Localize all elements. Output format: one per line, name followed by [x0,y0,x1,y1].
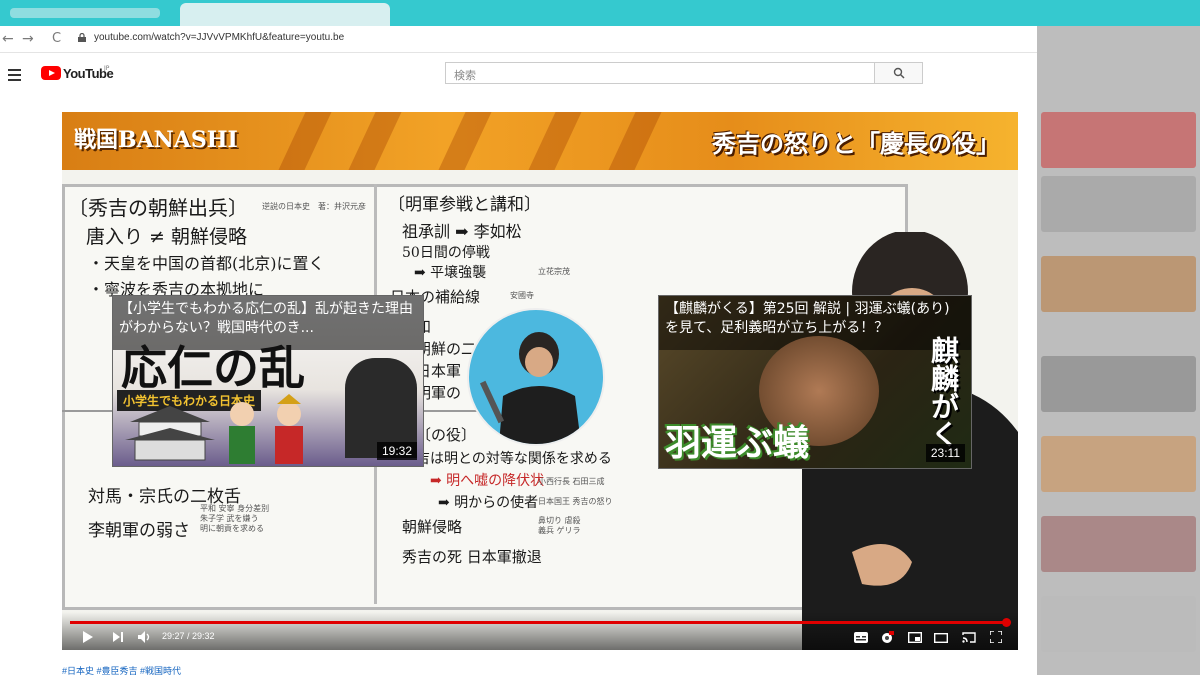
board-note: 日本国王 秀吉の怒り [538,497,613,506]
channel-subscribe-circle[interactable] [467,308,605,446]
theater-mode-icon[interactable] [934,633,948,643]
browser-tab-strip [0,0,1200,26]
search-button[interactable] [875,62,923,84]
board-line: ➡ 明からの使者 [438,495,539,511]
banner-title: 秀吉の怒りと「慶長の役」 [712,130,1000,158]
address-bar: ← → C youtube.com/watch?v=JJVvVPMKhfU&fe… [0,26,1037,53]
board-note: 小西行長 石田三成 [538,477,605,486]
recommendation-thumb[interactable] [1041,436,1196,492]
card-side-text: 麒麟がく [927,336,960,448]
fullscreen-icon[interactable] [990,631,1002,643]
channel-avatar-figure [479,332,581,444]
board-line: 50日間の停戦 [402,245,490,261]
board-line: ・天皇を中国の首都(北京)に置く [88,254,325,273]
cast-icon[interactable] [962,632,976,643]
captions-icon[interactable] [854,632,868,643]
video-banner: 戦国BANASHI 秀吉の怒りと「慶長の役」 [62,112,1018,170]
recommendation-thumb[interactable] [1041,176,1196,232]
board-note: 鼻切り 虐殺 義兵 ゲリラ [538,516,581,535]
card-big-text: 応仁の乱 [121,341,305,395]
volume-icon[interactable] [138,631,152,643]
menu-icon[interactable] [8,69,21,84]
board-heading-left: 〔秀吉の朝鮮出兵〕 [68,196,248,220]
back-icon[interactable]: ← [2,30,14,48]
samurai-illustration-icon [229,394,303,464]
card-big-text: 羽運ぶ蟻 [665,422,810,464]
temple-illustration-icon [125,406,215,461]
card-duration: 23:11 [925,444,965,462]
card-duration: 19:32 [376,442,417,460]
player-controls: 29:27 / 29:32 [62,612,1018,650]
recommendation-thumb[interactable] [1041,596,1196,652]
search-icon [893,67,905,79]
url-text[interactable]: youtube.com/watch?v=JJVvVPMKhfU&feature=… [94,32,344,43]
board-line: 〔の役〕 [416,426,477,444]
board-heading-right: 〔明軍参戦と講和〕 [388,195,541,215]
board-line: 吉は明との対等な関係を求める [416,451,612,467]
endscreen-card-2[interactable]: 【麒麟がくる】第25回 解説 | 羽運ぶ蟻(あり) を見て、足利義昭が立ち上がる… [658,295,972,469]
board-line: ➡ 平壌強襲 [414,265,487,281]
board-line: 朝鮮の二 [416,340,477,358]
board-note-ref: 逆説の日本史 著：井沢元彦 [262,202,366,211]
board-note: 安國寺 [510,291,534,300]
time-display: 29:27 / 29:32 [162,631,215,641]
recommendation-thumb[interactable] [1041,516,1196,572]
forward-icon[interactable]: → [22,30,34,48]
recommendations-blurred [1037,26,1200,675]
board-note: 立花宗茂 [538,267,570,276]
reload-icon[interactable]: C [52,30,61,48]
search-input[interactable]: 検索 [445,62,875,84]
recommendation-thumb[interactable] [1041,256,1196,312]
settings-icon[interactable] [880,631,894,645]
region-label: JP [104,65,110,72]
next-icon[interactable] [112,631,124,643]
play-icon[interactable] [82,631,94,643]
youtube-logo-icon[interactable] [41,66,61,80]
progress-bar[interactable] [70,618,1012,627]
channel-logo: 戦国BANASHI [74,127,238,153]
board-line: 李朝軍の弱さ [88,521,190,541]
youtube-header: YouTube JP 検索 [0,53,1037,95]
video-player[interactable]: 戦国BANASHI 秀吉の怒りと「慶長の役」 〔秀吉の朝鮮出兵〕 逆説の日本史 … [62,112,1018,650]
progress-scrubber[interactable] [1002,618,1012,627]
lock-icon [78,33,86,42]
recommendation-thumb[interactable] [1041,356,1196,412]
board-note: 平和 安寧 身分差別 朱子学 武を嫌う 明に朝貢を求める [200,504,270,533]
board-line: 秀吉の死 日本軍撤退 [402,548,542,566]
card-title: 【麒麟がくる】第25回 解説 | 羽運ぶ蟻(あり) を見て、足利義昭が立ち上がる… [665,301,950,336]
browser-tab-active[interactable] [180,3,390,26]
miniplayer-icon[interactable] [908,632,922,643]
recommendation-thumb[interactable] [1041,112,1196,168]
video-hashtags[interactable]: #日本史 #豊臣秀吉 #戦国時代 [62,664,181,677]
board-line-red: ➡ 明へ嘘の降伏状 [430,473,545,489]
tab-blur [10,8,160,18]
endscreen-card-1[interactable]: 【小学生でもわかる応仁の乱】乱が起きた理由がわからない？戦国時代のき... 応仁… [112,295,424,467]
board-line: 唐入り ≠ 朝鮮侵略 [86,226,247,248]
board-line: 朝鮮侵略 [402,518,463,536]
board-line: 祖承訓 ➡ 李如松 [402,222,522,241]
